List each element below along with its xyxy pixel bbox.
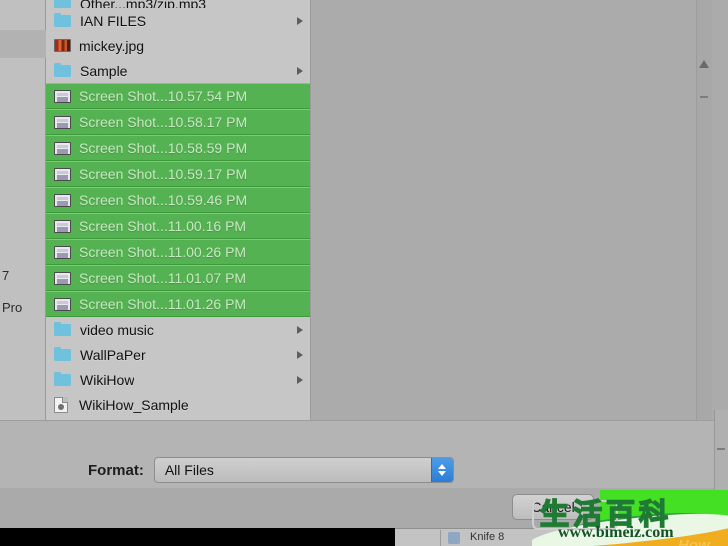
list-item[interactable]: Screen Shot...10.59.17 PM bbox=[46, 161, 310, 187]
disclosure-triangle-icon[interactable] bbox=[297, 375, 303, 384]
list-item-label: video music bbox=[80, 321, 154, 338]
list-item[interactable]: WikiHow_Sample bbox=[46, 392, 310, 414]
sidebar-selected-highlight bbox=[0, 30, 46, 58]
list-item-label: Screen Shot...10.59.46 PM bbox=[79, 192, 248, 208]
folder-icon bbox=[54, 63, 72, 78]
dock-strip[interactable] bbox=[395, 528, 728, 546]
chevron-up-icon[interactable] bbox=[699, 60, 709, 68]
list-item-clipped[interactable]: Other...mp3/zip.mp3 bbox=[46, 0, 310, 8]
disclosure-triangle-icon[interactable] bbox=[297, 325, 303, 334]
scrollbar-tick bbox=[700, 96, 708, 98]
list-item[interactable]: Screen Shot...10.58.59 PM bbox=[46, 135, 310, 161]
desktop-right-edge-tick bbox=[717, 448, 725, 450]
list-item[interactable]: Screen Shot...11.01.26 PM bbox=[46, 291, 310, 317]
list-item[interactable]: Screen Shot...10.58.17 PM bbox=[46, 109, 310, 135]
list-item-label: Sample bbox=[80, 62, 128, 79]
dialog-sidebar[interactable]: 7 Pro bbox=[0, 0, 46, 420]
list-item-label: Other...mp3/zip.mp3 bbox=[80, 0, 207, 8]
list-item-label: WallPaPer bbox=[80, 346, 146, 363]
list-item-label: Screen Shot...10.59.17 PM bbox=[79, 166, 248, 182]
list-item-label: Screen Shot...10.58.59 PM bbox=[79, 140, 248, 156]
format-label: Format: bbox=[88, 461, 144, 479]
list-item[interactable]: Screen Shot...11.01.07 PM bbox=[46, 265, 310, 291]
list-item[interactable]: Screen Shot...10.59.46 PM bbox=[46, 187, 310, 213]
list-item-label: Screen Shot...11.00.26 PM bbox=[79, 244, 247, 260]
disclosure-triangle-icon[interactable] bbox=[297, 350, 303, 359]
list-item-label: Screen Shot...11.00.16 PM bbox=[79, 218, 247, 234]
list-item[interactable]: Screen Shot...11.00.16 PM bbox=[46, 213, 310, 239]
open-file-dialog: 7 Pro Other...mp3/zip.mp3 IAN FILES mickey… bbox=[0, 0, 728, 420]
list-item-label: Screen Shot...11.01.07 PM bbox=[79, 270, 247, 286]
list-item-label: Screen Shot...10.58.17 PM bbox=[79, 114, 248, 130]
updown-chevron-icon[interactable] bbox=[430, 458, 453, 482]
chevron-up-icon bbox=[438, 464, 447, 469]
screenshot-icon bbox=[54, 219, 71, 233]
format-popup-value: All Files bbox=[164, 462, 214, 478]
list-item[interactable]: IAN FILES bbox=[46, 8, 310, 33]
chevron-down-icon bbox=[438, 471, 447, 476]
cancel-button[interactable]: Cancel bbox=[512, 494, 594, 520]
sidebar-item-partial-1[interactable]: 7 bbox=[0, 268, 46, 283]
screenshot-icon bbox=[54, 89, 71, 103]
list-item[interactable]: mickey.jpg bbox=[46, 33, 310, 58]
folder-icon bbox=[54, 347, 72, 362]
format-row: Format: All Files bbox=[88, 457, 454, 483]
open-button[interactable]: Open bbox=[604, 494, 686, 520]
screen: 7 Pro Other...mp3/zip.mp3 IAN FILES mickey… bbox=[0, 0, 728, 546]
preview-column bbox=[312, 0, 712, 420]
list-item-label: IAN FILES bbox=[80, 12, 147, 29]
file-list-column[interactable]: Other...mp3/zip.mp3 IAN FILES mickey.jpg Sa… bbox=[46, 0, 311, 414]
list-item-label: WikiHow bbox=[80, 371, 135, 388]
list-item[interactable]: Screen Shot...10.57.54 PM bbox=[46, 83, 310, 109]
dock-app-icon[interactable] bbox=[448, 532, 460, 544]
screenshot-icon bbox=[54, 141, 71, 155]
folder-icon bbox=[54, 372, 72, 387]
document-icon bbox=[54, 396, 68, 413]
dock-separator bbox=[440, 530, 441, 546]
list-item[interactable]: Screen Shot...11.00.26 PM bbox=[46, 239, 310, 265]
screenshot-icon bbox=[54, 115, 71, 129]
screenshot-icon bbox=[54, 167, 71, 181]
image-icon bbox=[54, 39, 71, 52]
list-item[interactable]: Sample bbox=[46, 58, 310, 83]
dialog-button-strip: Cancel Open bbox=[0, 488, 728, 528]
dialog-accessory-bar: Format: All Files bbox=[0, 420, 728, 488]
list-item[interactable]: WallPaPer bbox=[46, 342, 310, 367]
folder-icon bbox=[54, 322, 72, 337]
list-item-label: mickey.jpg bbox=[79, 37, 145, 54]
folder-icon bbox=[54, 13, 72, 28]
format-popup-button[interactable]: All Files bbox=[153, 457, 454, 483]
list-item-label: Screen Shot...10.57.54 PM bbox=[79, 88, 248, 104]
disclosure-triangle-icon[interactable] bbox=[297, 16, 303, 25]
sidebar-item-partial-2[interactable]: Pro bbox=[0, 300, 46, 315]
screenshot-icon bbox=[54, 271, 71, 285]
preview-scrollbar[interactable] bbox=[696, 0, 712, 420]
screenshot-icon bbox=[54, 193, 71, 207]
folder-icon bbox=[54, 0, 72, 8]
screenshot-icon bbox=[54, 297, 71, 311]
disclosure-triangle-icon[interactable] bbox=[297, 66, 303, 75]
desktop-right-edge bbox=[714, 410, 728, 546]
list-item-label: WikiHow_Sample bbox=[79, 396, 189, 413]
screenshot-icon bbox=[54, 245, 71, 259]
list-item[interactable]: WikiHow bbox=[46, 367, 310, 392]
list-item-label: Screen Shot...11.01.26 PM bbox=[79, 296, 247, 312]
list-item[interactable]: video music bbox=[46, 317, 310, 342]
dock-app-label: Knife 8 bbox=[470, 531, 505, 543]
